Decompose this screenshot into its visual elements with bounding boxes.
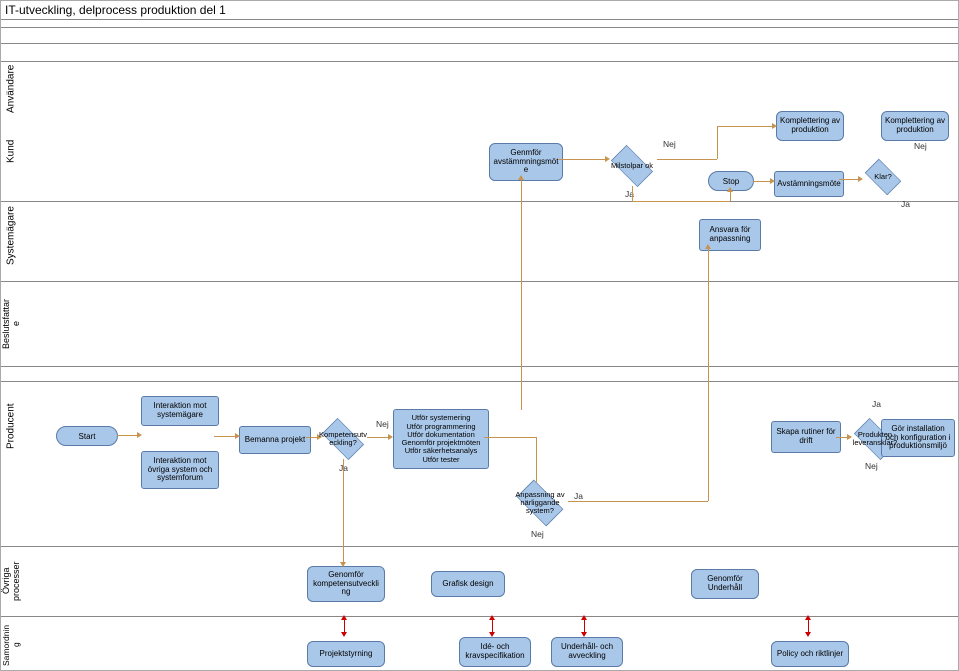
node-genomfor-underhall: Genomför Underhåll	[691, 569, 759, 599]
page-title: IT-utveckling, delprocess produktion del…	[5, 3, 226, 17]
node-ide: Idé- och kravspecifikation	[459, 637, 531, 667]
lane-samordning: Samordnin g	[3, 621, 19, 669]
node-grafisk: Grafisk design	[431, 571, 505, 597]
node-milstolpar-ok: Milstolpar ok	[606, 146, 658, 186]
label-nej: Nej	[376, 419, 389, 429]
node-kompetens: Kompetensutv eckling?	[317, 419, 369, 459]
node-genmfor-avst: Genmför avstämmningsmöt e	[489, 143, 563, 181]
lane-anvandare: Användare	[3, 61, 19, 117]
bidi-arrow	[805, 615, 811, 637]
label-nej: Nej	[914, 141, 927, 151]
node-avstamning: Avstämningsmöte	[774, 171, 844, 197]
node-kompl1: Komplettering av produktion	[776, 111, 844, 141]
label-ja: Ja	[574, 491, 583, 501]
label-ja: Ja	[872, 399, 881, 409]
lane-kund: Kund	[3, 131, 19, 171]
node-interaktion1: Interaktion mot systemägare	[141, 396, 219, 426]
lane-systemagare: Systemägare	[3, 201, 19, 271]
node-anpassning: Anpassning av närliggande system?	[511, 481, 569, 525]
label-nej: Nej	[531, 529, 544, 539]
label-nej: Nej	[663, 139, 676, 149]
lane-ovriga: Övriga processer	[3, 551, 19, 611]
node-underhall-avv: Underhåll- och avveckling	[551, 637, 623, 667]
diagram-canvas: IT-utveckling, delprocess produktion del…	[0, 0, 959, 671]
node-kompl2: Komplettering av produktion	[881, 111, 949, 141]
node-genomfor-komp: Genomför kompetensutveckli ng	[307, 566, 385, 602]
bidi-arrow	[581, 615, 587, 637]
lane-producent: Producent	[3, 391, 19, 461]
node-projektstyrning: Projektstyrning	[307, 641, 385, 667]
label-nej: Nej	[865, 461, 878, 471]
node-start: Start	[56, 426, 118, 446]
node-policy: Policy och riktlinjer	[771, 641, 849, 667]
bidi-arrow	[341, 615, 347, 637]
bidi-arrow	[489, 615, 495, 637]
node-interaktion2: Interaktion mot övriga system och system…	[141, 451, 219, 489]
label-ja: Ja	[901, 199, 910, 209]
node-utfor: Utför systemering Utför programmering Ut…	[393, 409, 489, 469]
node-klar: Klar?	[861, 159, 905, 195]
node-bemanna: Bemanna projekt	[239, 426, 311, 454]
node-skapa: Skapa rutiner för drift	[771, 421, 841, 453]
lane-beslutsfattare: Beslutsfattar e	[3, 281, 19, 366]
